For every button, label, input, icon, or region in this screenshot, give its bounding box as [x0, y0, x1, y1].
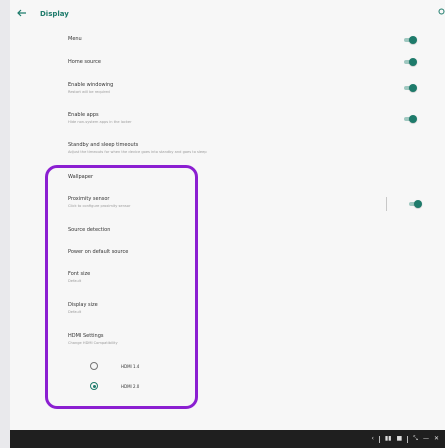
back-icon[interactable]: ‹ [371, 434, 373, 444]
menu-toggle[interactable] [404, 36, 417, 44]
setting-menu[interactable]: Menu [68, 36, 82, 42]
setting-enable-windowing[interactable]: Enable windowing Restart will be require… [68, 82, 113, 94]
page-title: Display [40, 10, 69, 18]
highlight-box [45, 165, 198, 409]
back-arrow-icon[interactable] [16, 7, 28, 19]
separator [378, 435, 380, 443]
setting-home-source[interactable]: Home source [68, 59, 101, 65]
setting-enable-apps[interactable]: Enable apps Hide non-system apps in the … [68, 112, 132, 124]
app-bar: Display [10, 0, 445, 28]
system-navbar: ‹ ▮▮ ■ ⤡ — ✕ [10, 430, 445, 448]
setting-label: Enable apps [68, 112, 99, 118]
proximity-sensor-toggle[interactable] [409, 200, 422, 208]
minimize-icon[interactable]: — [423, 434, 429, 444]
divider [386, 197, 387, 211]
setting-subtitle: Restart will be required [68, 90, 110, 94]
setting-label: Menu [68, 36, 82, 42]
home-source-toggle[interactable] [404, 58, 417, 66]
setting-label: Standby and sleep timeouts [68, 142, 139, 148]
app-switch-icon[interactable]: ▮▮ [385, 434, 392, 444]
setting-label: Enable windowing [68, 82, 114, 88]
setting-subtitle: Hide non-system apps in the locker [68, 120, 132, 124]
search-icon[interactable] [438, 8, 445, 16]
close-icon[interactable]: ✕ [434, 434, 439, 444]
enable-windowing-toggle[interactable] [404, 84, 417, 92]
setting-label: Home source [68, 59, 101, 65]
setting-subtitle: Adjust the timeouts for when the device … [68, 150, 207, 154]
window-icon[interactable]: ■ [396, 434, 402, 444]
expand-icon[interactable]: ⤡ [413, 434, 418, 444]
enable-apps-toggle[interactable] [404, 115, 417, 123]
setting-standby-sleep[interactable]: Standby and sleep timeouts Adjust the ti… [68, 142, 207, 154]
separator [407, 435, 409, 443]
